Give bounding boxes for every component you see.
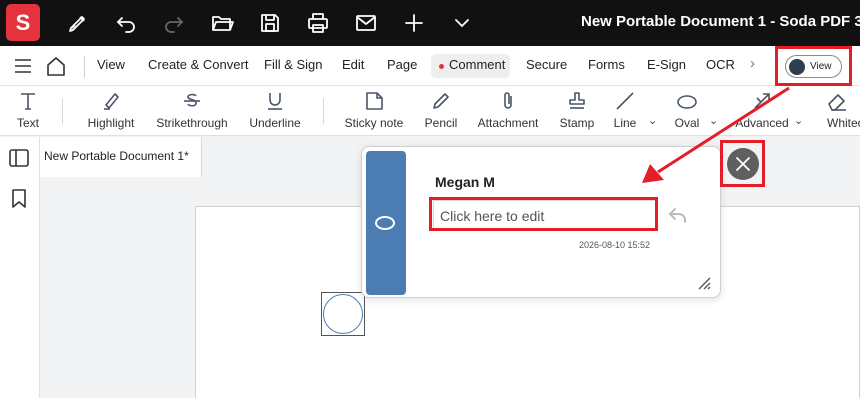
sticky-note-icon <box>363 86 385 112</box>
menu-more-chevron-icon[interactable]: › <box>750 55 755 72</box>
view-toggle[interactable]: View <box>785 55 842 78</box>
line-icon <box>614 86 636 112</box>
menu-forms[interactable]: Forms <box>588 57 625 72</box>
menu-page[interactable]: Page <box>387 57 417 72</box>
redo-icon[interactable] <box>160 9 188 37</box>
ribbon-divider <box>62 98 63 124</box>
app-window: S New Portable Document 1 - Soda PDF 360… <box>0 0 860 398</box>
pen-icon[interactable] <box>64 9 92 37</box>
app-logo[interactable]: S <box>6 4 40 41</box>
tool-label: Strikethrough <box>156 116 228 130</box>
menu-secure[interactable]: Secure <box>526 57 567 72</box>
advanced-dropdown-chevron-icon[interactable]: ⌄ <box>794 114 803 127</box>
menu-ocr[interactable]: OCR <box>706 57 735 72</box>
tool-attachment[interactable]: Attachment <box>474 86 542 136</box>
document-tab[interactable]: New Portable Document 1* <box>40 137 202 177</box>
text-icon <box>17 86 39 112</box>
menu-comment[interactable]: Comment <box>449 57 505 72</box>
comment-timestamp: 2026-08-10 15:52 <box>579 240 651 250</box>
tool-label: Highlight <box>87 116 135 130</box>
menu-divider <box>84 56 85 78</box>
oval-annotation-icon <box>375 216 395 230</box>
add-icon[interactable] <box>400 9 428 37</box>
comment-text-field[interactable]: Click here to edit <box>433 200 657 230</box>
tool-label: Whiteout <box>827 116 860 130</box>
tool-label: Oval <box>674 116 700 130</box>
eraser-icon <box>826 86 848 112</box>
tool-label: Advanced <box>735 116 789 130</box>
comment-popup: Megan M Click here to edit 2026-08-10 15… <box>361 146 721 298</box>
tool-label: Underline <box>249 116 301 130</box>
close-comment-button[interactable] <box>727 148 759 180</box>
document-tab-label: New Portable Document 1* <box>44 149 189 163</box>
chevron-down-icon[interactable] <box>448 9 476 37</box>
home-icon[interactable] <box>45 55 67 77</box>
tool-label: Text <box>16 116 39 130</box>
comment-author: Megan M <box>435 174 495 190</box>
tool-label: Sticky note <box>344 116 404 130</box>
pencil-icon <box>430 86 452 112</box>
close-icon <box>736 157 750 171</box>
undo-icon[interactable] <box>112 9 140 37</box>
tool-pencil[interactable]: Pencil <box>421 86 461 136</box>
open-folder-icon[interactable] <box>208 9 236 37</box>
tool-oval[interactable]: Oval <box>672 86 702 136</box>
menu-bar: View Create & Convert Fill & Sign Edit P… <box>0 46 860 86</box>
oval-shape <box>323 294 363 334</box>
tool-underline[interactable]: Underline <box>245 86 305 136</box>
save-icon[interactable] <box>256 9 284 37</box>
comment-type-strip <box>366 151 406 295</box>
strikethrough-icon <box>181 86 203 112</box>
mail-icon[interactable] <box>352 9 380 37</box>
menu-view[interactable]: View <box>97 57 125 72</box>
tool-label: Line <box>613 116 637 130</box>
active-dot <box>439 64 444 69</box>
tool-strikethrough[interactable]: Strikethrough <box>152 86 232 136</box>
tool-text[interactable]: Text <box>14 86 42 136</box>
tool-label: Attachment <box>477 116 539 130</box>
print-icon[interactable] <box>304 9 332 37</box>
tool-advanced[interactable]: Advanced <box>734 86 790 136</box>
highlighter-icon <box>100 86 122 112</box>
tool-label: Stamp <box>559 116 595 130</box>
menu-esign[interactable]: E-Sign <box>647 57 686 72</box>
ribbon-divider <box>323 98 324 124</box>
menu-edit[interactable]: Edit <box>342 57 364 72</box>
tool-whiteout[interactable]: Whiteout <box>826 86 860 136</box>
paperclip-icon <box>497 86 519 112</box>
stamp-icon <box>566 86 588 112</box>
comment-placeholder: Click here to edit <box>440 208 545 224</box>
toggle-knob <box>789 59 805 75</box>
reply-icon[interactable] <box>667 204 689 226</box>
oval-icon <box>676 86 698 112</box>
view-toggle-label: View <box>810 61 832 72</box>
tool-stamp[interactable]: Stamp <box>557 86 597 136</box>
tool-sticky-note[interactable]: Sticky note <box>342 86 406 136</box>
line-dropdown-chevron-icon[interactable]: ⌄ <box>648 114 657 127</box>
tool-line[interactable]: Line <box>611 86 639 136</box>
panel-toggle-icon[interactable] <box>8 147 30 169</box>
tool-highlight[interactable]: Highlight <box>83 86 139 136</box>
hamburger-menu-icon[interactable] <box>14 58 32 74</box>
tool-label: Pencil <box>424 116 458 130</box>
resize-handle-icon[interactable] <box>696 275 712 291</box>
title-bar: S New Portable Document 1 - Soda PDF 360 <box>0 0 860 46</box>
underline-icon <box>264 86 286 112</box>
tool-ribbon: Text Highlight Strikethrough Underline S… <box>0 86 860 136</box>
left-sidebar <box>0 137 40 398</box>
advanced-icon <box>751 86 773 112</box>
menu-fill-sign[interactable]: Fill & Sign <box>264 57 323 72</box>
oval-annotation[interactable] <box>321 292 365 336</box>
oval-dropdown-chevron-icon[interactable]: ⌄ <box>709 114 718 127</box>
window-title: New Portable Document 1 - Soda PDF 360 <box>581 13 860 30</box>
bookmark-icon[interactable] <box>8 187 30 209</box>
menu-create-convert[interactable]: Create & Convert <box>148 57 248 72</box>
